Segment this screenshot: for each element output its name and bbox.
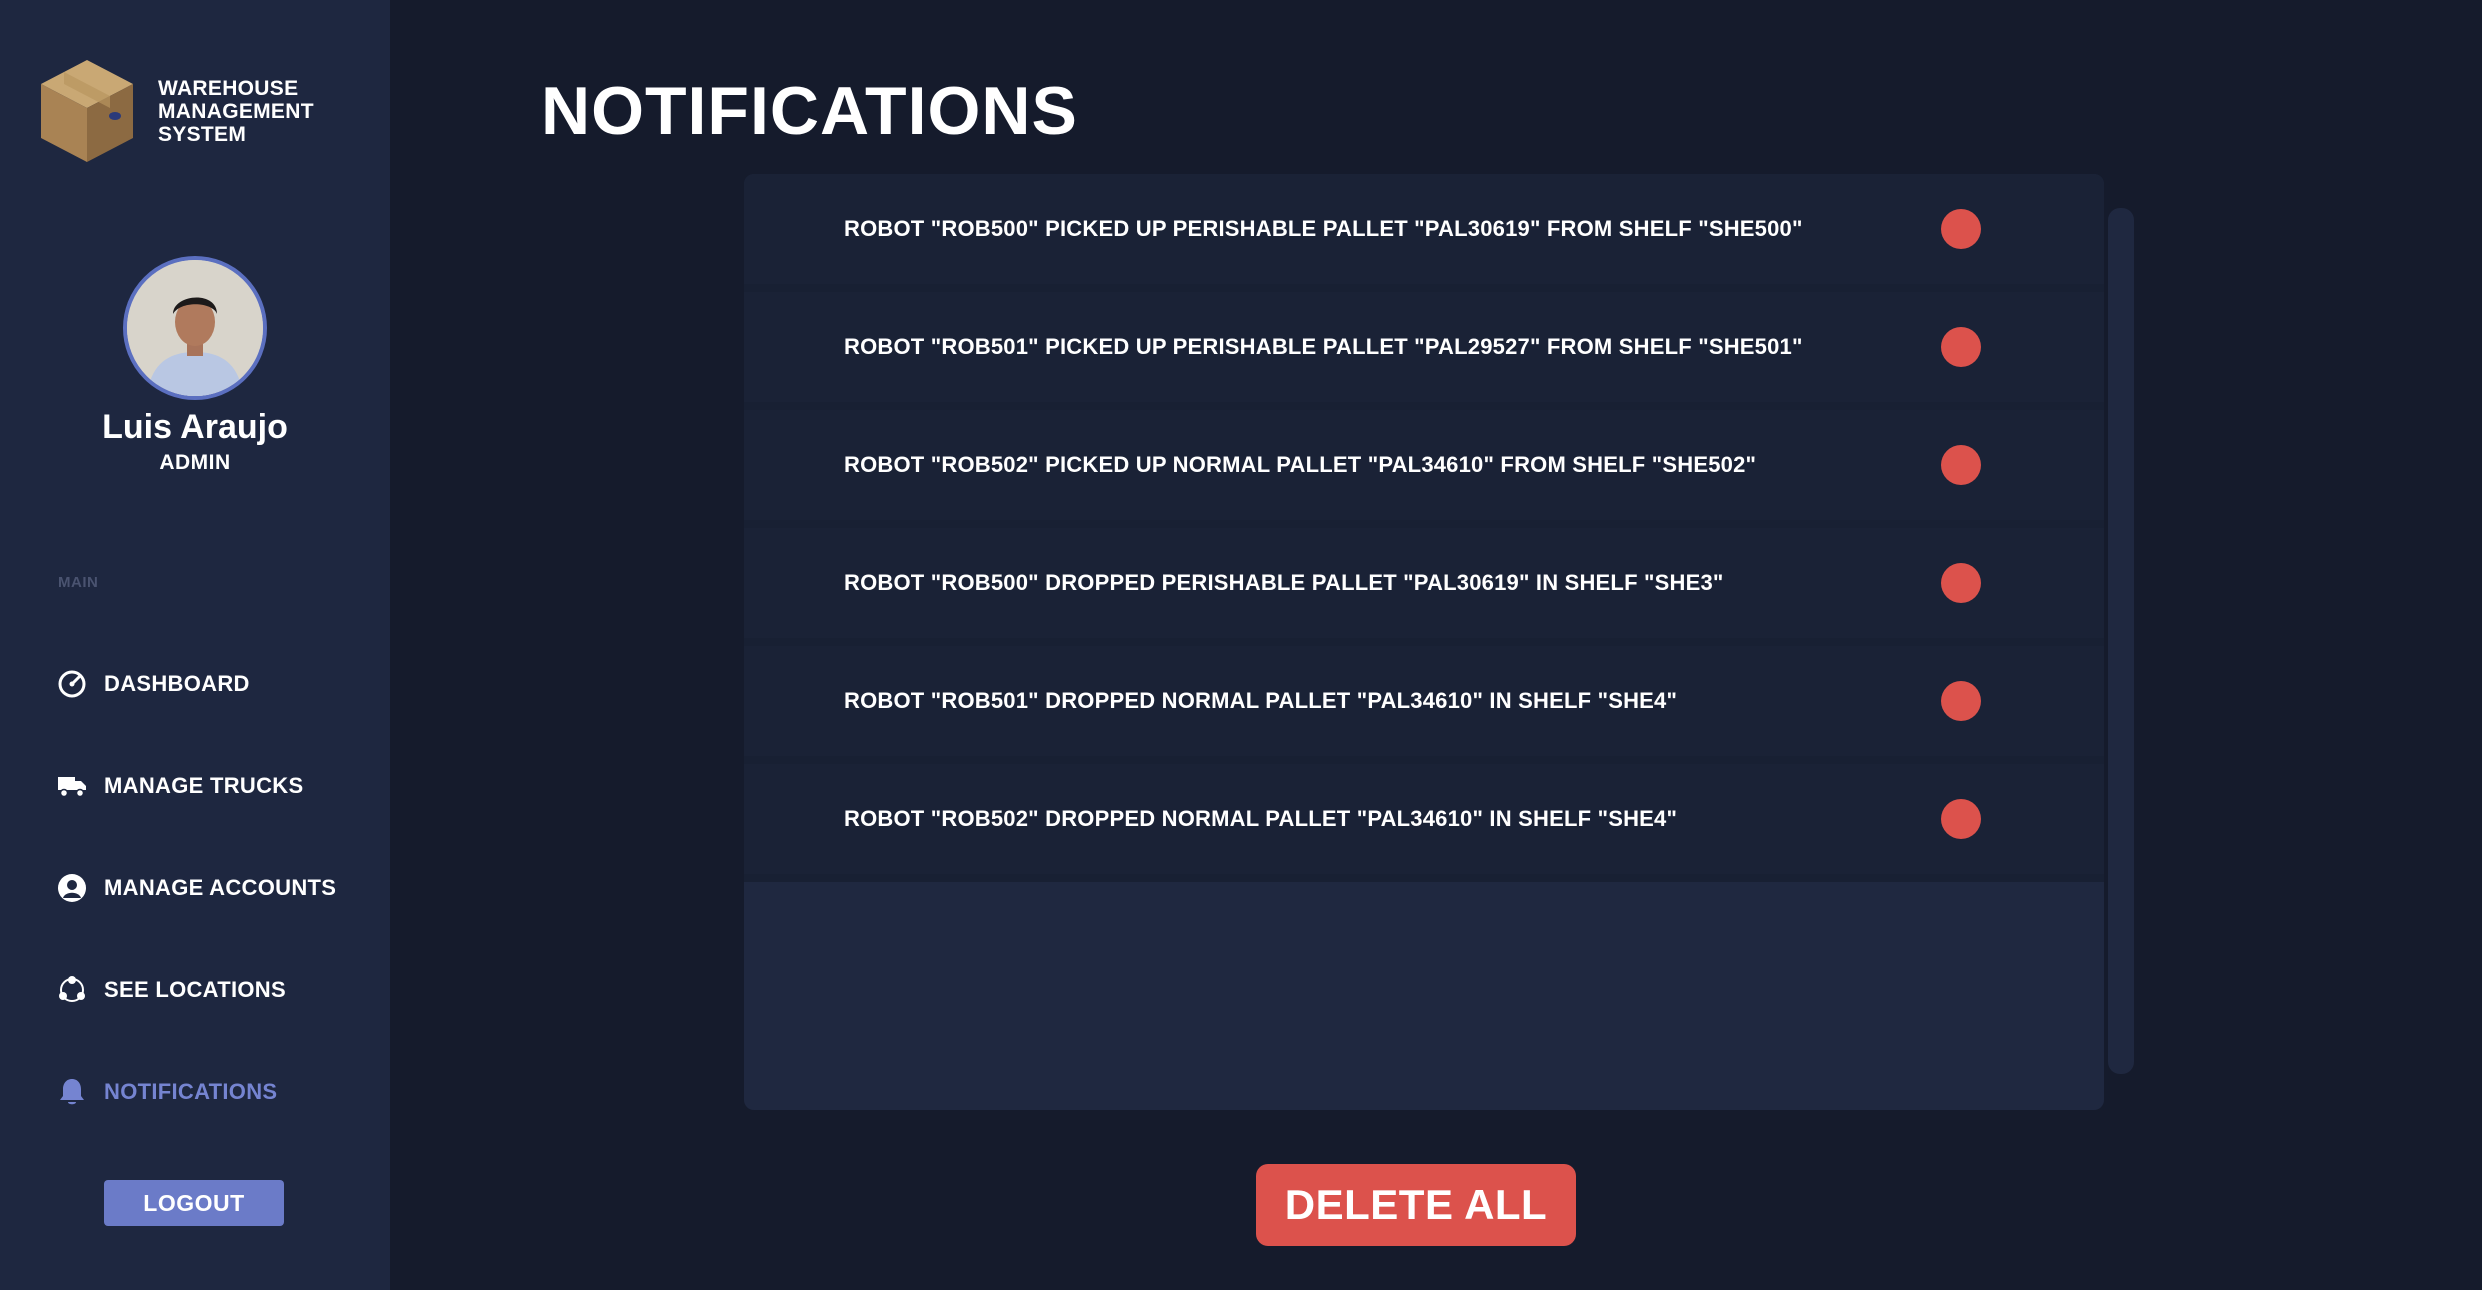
notification-item: ROBOT "ROB500" PICKED UP PERISHABLE PALL…	[744, 174, 2104, 292]
sidebar: WAREHOUSE MANAGEMENT SYSTEM Luis Araujo …	[0, 0, 390, 1290]
notification-item: ROBOT "ROB501" PICKED UP PERISHABLE PALL…	[744, 292, 2104, 410]
brand-line-3: SYSTEM	[158, 122, 247, 146]
app: WAREHOUSE MANAGEMENT SYSTEM Luis Araujo …	[0, 0, 2482, 1290]
user-role: ADMIN	[159, 451, 231, 474]
notification-dismiss-dot[interactable]	[1941, 681, 1981, 721]
notification-text: ROBOT "ROB500" DROPPED PERISHABLE PALLET…	[844, 570, 1724, 595]
brand-line-1: WAREHOUSE	[158, 76, 299, 100]
logout-button[interactable]: LOGOUT	[104, 1180, 284, 1226]
sidebar-item-manage-trucks[interactable]: MANAGE TRUCKS	[56, 766, 303, 806]
notification-dismiss-dot[interactable]	[1941, 445, 1981, 485]
brand-title: WAREHOUSE MANAGEMENT SYSTEM	[158, 77, 314, 146]
notification-dismiss-dot[interactable]	[1941, 799, 1981, 839]
notification-item: ROBOT "ROB502" DROPPED NORMAL PALLET "PA…	[744, 764, 2104, 882]
notification-text: ROBOT "ROB500" PICKED UP PERISHABLE PALL…	[844, 216, 1803, 241]
notifications-list: ROBOT "ROB500" PICKED UP PERISHABLE PALL…	[744, 174, 2104, 1110]
avatar-image	[127, 260, 263, 396]
sidebar-item-label: SEE LOCATIONS	[104, 977, 286, 1002]
notification-item: ROBOT "ROB501" DROPPED NORMAL PALLET "PA…	[744, 646, 2104, 764]
sidebar-item-label: NOTIFICATIONS	[104, 1079, 278, 1104]
user-circle-icon	[56, 872, 88, 904]
nav-section-label: MAIN	[58, 574, 99, 591]
notification-item: ROBOT "ROB502" PICKED UP NORMAL PALLET "…	[744, 410, 2104, 528]
sidebar-item-dashboard[interactable]: DASHBOARD	[56, 664, 250, 704]
sidebar-item-notifications[interactable]: NOTIFICATIONS	[56, 1072, 277, 1112]
brand-line-2: MANAGEMENT	[158, 99, 314, 123]
sidebar-item-see-locations[interactable]: SEE LOCATIONS	[56, 970, 286, 1010]
sidebar-item-manage-accounts[interactable]: MANAGE ACCOUNTS	[56, 868, 336, 908]
location-network-icon	[56, 974, 88, 1006]
page-title: NOTIFICATIONS	[541, 73, 1078, 149]
truck-icon	[56, 770, 88, 802]
notification-text: ROBOT "ROB501" PICKED UP PERISHABLE PALL…	[844, 334, 1803, 359]
notifications-scrollbar[interactable]	[2108, 208, 2134, 1074]
notification-text: ROBOT "ROB502" PICKED UP NORMAL PALLET "…	[844, 452, 1757, 477]
sidebar-item-label: MANAGE ACCOUNTS	[104, 875, 337, 900]
notification-item: ROBOT "ROB500" DROPPED PERISHABLE PALLET…	[744, 528, 2104, 646]
notification-text: ROBOT "ROB501" DROPPED NORMAL PALLET "PA…	[844, 688, 1678, 713]
notification-text: ROBOT "ROB502" DROPPED NORMAL PALLET "PA…	[844, 806, 1678, 831]
notification-dismiss-dot[interactable]	[1941, 327, 1981, 367]
notification-dismiss-dot[interactable]	[1941, 209, 1981, 249]
notification-dismiss-dot[interactable]	[1941, 563, 1981, 603]
sidebar-item-label: DASHBOARD	[104, 671, 250, 696]
user-name: Luis Araujo	[102, 408, 288, 446]
avatar	[123, 256, 267, 400]
user-profile: Luis Araujo ADMIN	[0, 256, 390, 475]
brand: WAREHOUSE MANAGEMENT SYSTEM	[36, 56, 314, 166]
delete-all-button[interactable]: DELETE ALL	[1256, 1164, 1576, 1246]
bell-icon	[56, 1076, 88, 1108]
cardboard-box-icon	[41, 60, 133, 162]
speedometer-icon	[56, 668, 88, 700]
sidebar-item-label: MANAGE TRUCKS	[104, 773, 304, 798]
